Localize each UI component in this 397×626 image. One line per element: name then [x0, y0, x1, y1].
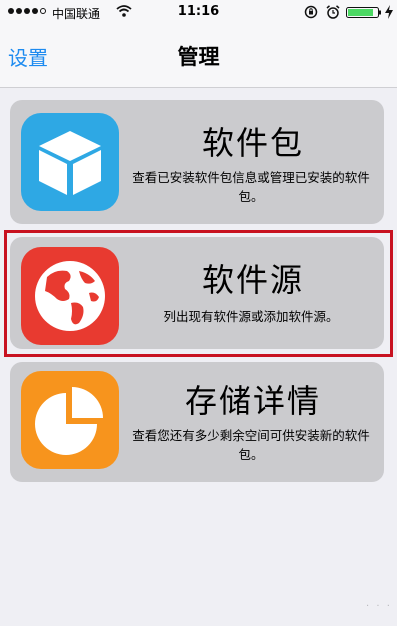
card-description-storage: 查看您还有多少剩余空间可供安装新的软件包。	[132, 428, 370, 462]
charging-icon	[385, 5, 393, 19]
highlight-box	[4, 230, 393, 357]
card-description-packages: 查看已安装软件包信息或管理已安装的软件包。	[132, 170, 370, 204]
storage-card[interactable]: 存储详情 查看您还有多少剩余空间可供安装新的软件包。	[10, 362, 384, 482]
page-title: 管理	[177, 45, 220, 69]
card-title-storage: 存储详情	[184, 382, 321, 420]
packages-card[interactable]: 软件包 查看已安装软件包信息或管理已安装的软件包。	[10, 100, 384, 224]
card-title-packages: 软件包	[201, 124, 304, 162]
watermark-dots: · · ·	[366, 601, 392, 612]
status-bar: 中国联通 11:16	[0, 0, 397, 24]
alarm-icon	[326, 5, 340, 19]
package-box-icon	[21, 113, 119, 211]
navigation-bar: 设置 管理	[0, 24, 397, 88]
battery-icon	[346, 7, 381, 18]
pie-chart-icon	[21, 371, 119, 469]
rotation-lock-icon	[304, 5, 318, 19]
